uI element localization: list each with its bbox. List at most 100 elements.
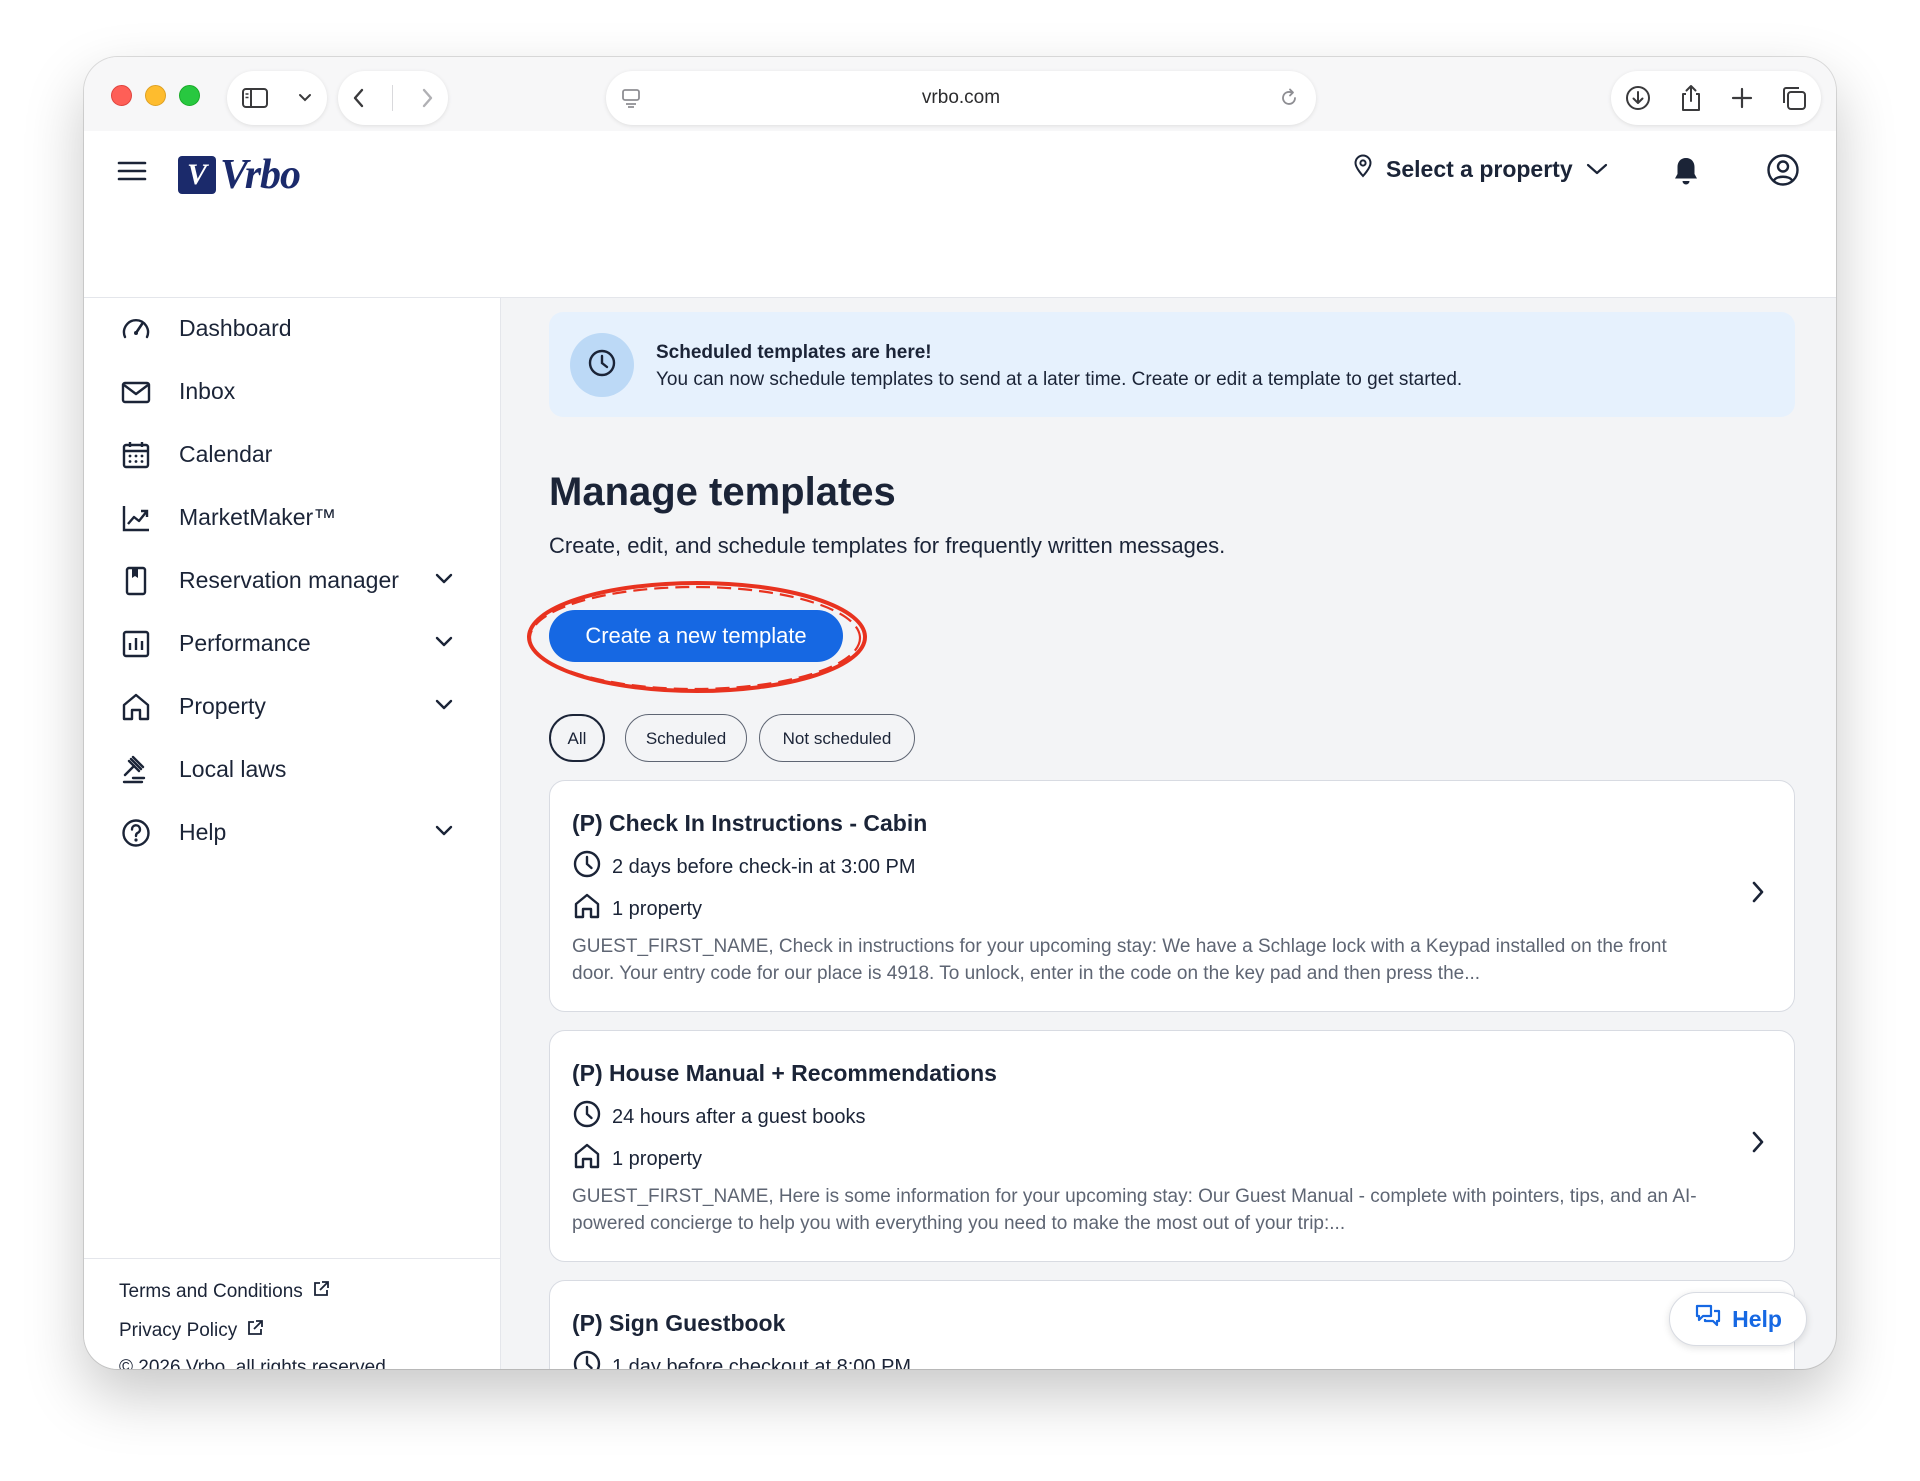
template-card[interactable]: (P) Check In Instructions - Cabin 2 days… bbox=[549, 780, 1795, 1012]
calendar-icon bbox=[120, 439, 152, 476]
clock-icon bbox=[572, 1099, 602, 1135]
sidebar-item-label: Inbox bbox=[179, 378, 236, 404]
sidebar-item-marketmaker[interactable]: MarketMaker™ bbox=[84, 487, 501, 547]
house-icon bbox=[572, 891, 602, 927]
sidebar-item-label: Calendar bbox=[179, 441, 273, 467]
help-chat-label: Help bbox=[1732, 1305, 1782, 1332]
select-property-dropdown[interactable]: Select a property bbox=[1352, 153, 1609, 185]
house-icon bbox=[120, 691, 152, 728]
notifications-bell-icon[interactable] bbox=[1672, 155, 1700, 192]
browser-toolbar: vrbo.com bbox=[84, 57, 1836, 131]
download-icon[interactable] bbox=[1624, 84, 1652, 112]
template-title: (P) Check In Instructions - Cabin bbox=[572, 810, 928, 836]
back-arrow-icon[interactable] bbox=[350, 86, 368, 110]
new-tab-plus-icon[interactable] bbox=[1730, 86, 1754, 110]
template-schedule-text: 1 day before checkout at 8:00 PM bbox=[612, 1355, 912, 1370]
nav-divider bbox=[392, 85, 394, 111]
clock-icon bbox=[572, 849, 602, 885]
close-window-button[interactable] bbox=[111, 85, 132, 106]
select-property-label: Select a property bbox=[1386, 155, 1573, 182]
sidebar-item-label: Help bbox=[179, 819, 227, 845]
terms-link[interactable]: Terms and Conditions bbox=[119, 1279, 331, 1305]
template-properties: 1 property bbox=[572, 1141, 702, 1177]
sidebar-item-reservation-manager[interactable]: Reservation manager bbox=[84, 550, 501, 610]
sidebar-item-performance[interactable]: Performance bbox=[84, 613, 501, 673]
template-schedule: 2 days before check-in at 3:00 PM bbox=[572, 849, 916, 885]
zoom-window-button[interactable] bbox=[179, 85, 200, 106]
sidebar-item-dashboard[interactable]: Dashboard bbox=[84, 298, 501, 358]
template-schedule: 1 day before checkout at 8:00 PM bbox=[572, 1349, 911, 1369]
trend-chart-icon bbox=[120, 502, 152, 539]
sidebar-item-label: Performance bbox=[179, 630, 311, 656]
template-title: (P) House Manual + Recommendations bbox=[572, 1060, 997, 1086]
clock-icon bbox=[586, 347, 618, 384]
vrbo-logo[interactable]: V Vrbo bbox=[178, 151, 301, 199]
external-link-icon bbox=[245, 1318, 265, 1344]
privacy-link[interactable]: Privacy Policy bbox=[119, 1318, 265, 1344]
vrbo-logo-text: Vrbo bbox=[220, 152, 301, 198]
chat-bubbles-icon bbox=[1694, 1303, 1722, 1335]
bar-chart-icon bbox=[120, 628, 152, 665]
sidebar-item-local-laws[interactable]: Local laws bbox=[84, 739, 501, 799]
sidebar-item-help[interactable]: Help bbox=[84, 802, 501, 862]
share-icon[interactable] bbox=[1678, 83, 1704, 113]
copyright-text: © 2026 Vrbo, all rights reserved. bbox=[119, 1357, 392, 1369]
help-chat-button[interactable]: Help bbox=[1669, 1292, 1807, 1346]
chevron-down-icon[interactable] bbox=[434, 824, 454, 843]
sidebar-item-label: Local laws bbox=[179, 756, 287, 782]
chevron-down-icon[interactable] bbox=[434, 698, 454, 717]
sidebar-item-label: Dashboard bbox=[179, 315, 292, 341]
template-properties: 1 property bbox=[572, 891, 702, 927]
sidebar-footer: Terms and Conditions Privacy Policy © 20… bbox=[84, 1258, 501, 1369]
chevron-down-icon[interactable] bbox=[434, 572, 454, 591]
question-circle-icon bbox=[120, 817, 152, 854]
address-bar[interactable]: vrbo.com bbox=[606, 71, 1316, 125]
url-text: vrbo.com bbox=[921, 87, 1001, 108]
template-schedule-text: 2 days before check-in at 3:00 PM bbox=[612, 855, 916, 878]
create-template-button[interactable]: Create a new template bbox=[549, 610, 843, 662]
tab-overview-icon[interactable] bbox=[1780, 84, 1808, 112]
house-icon bbox=[572, 1141, 602, 1177]
external-link-icon bbox=[311, 1279, 331, 1305]
chevron-down-icon[interactable] bbox=[434, 635, 454, 654]
banner-clock-badge bbox=[570, 333, 634, 397]
chevron-right-icon[interactable] bbox=[1750, 879, 1766, 910]
user-account-icon[interactable] bbox=[1766, 153, 1800, 192]
scheduled-templates-banner: Scheduled templates are here! You can no… bbox=[549, 312, 1795, 417]
sidebar-item-property[interactable]: Property bbox=[84, 676, 501, 736]
reload-icon[interactable] bbox=[1278, 86, 1300, 115]
sidebar-item-label: MarketMaker™ bbox=[179, 504, 337, 530]
minimize-window-button[interactable] bbox=[145, 85, 166, 106]
filter-chip-not-scheduled[interactable]: Not scheduled bbox=[759, 714, 915, 762]
template-card[interactable]: (P) House Manual + Recommendations 24 ho… bbox=[549, 1030, 1795, 1262]
forward-arrow-icon[interactable] bbox=[418, 86, 436, 110]
history-nav-group bbox=[338, 71, 448, 125]
template-preview: GUEST_FIRST_NAME, Check in instructions … bbox=[572, 936, 1667, 984]
template-schedule: 24 hours after a guest books bbox=[572, 1099, 866, 1135]
hamburger-menu-icon[interactable] bbox=[117, 159, 147, 188]
clock-icon bbox=[572, 1349, 602, 1369]
filter-chip-all[interactable]: All bbox=[549, 714, 605, 762]
browser-actions-group bbox=[1611, 71, 1821, 125]
page-subtitle: Create, edit, and schedule templates for… bbox=[549, 533, 1226, 558]
template-properties-text: 1 property bbox=[612, 897, 703, 920]
chevron-down-icon[interactable] bbox=[297, 92, 313, 104]
page-title: Manage templates bbox=[549, 470, 896, 514]
sidebar-item-label: Reservation manager bbox=[179, 567, 399, 593]
sidebar-nav: Dashboard Inbox Calendar MarketMaker™ Re bbox=[84, 298, 501, 1369]
sidebar-item-calendar[interactable]: Calendar bbox=[84, 424, 501, 484]
sidebar-toggle-icon[interactable] bbox=[241, 86, 269, 110]
vrbo-logo-mark: V bbox=[178, 156, 216, 194]
sidebar-item-inbox[interactable]: Inbox bbox=[84, 361, 501, 421]
sidebar-toggle-group bbox=[227, 71, 327, 125]
chevron-right-icon[interactable] bbox=[1750, 1129, 1766, 1160]
browser-window: vrbo.com V Vrbo Select a property Dashbo… bbox=[84, 57, 1836, 1369]
gavel-icon bbox=[120, 754, 152, 791]
template-preview: GUEST_FIRST_NAME, Here is some informati… bbox=[572, 1186, 1697, 1234]
template-title: (P) Sign Guestbook bbox=[572, 1310, 786, 1336]
banner-title: Scheduled templates are here! bbox=[656, 342, 932, 363]
filter-chip-scheduled[interactable]: Scheduled bbox=[625, 714, 747, 762]
terms-label: Terms and Conditions bbox=[119, 1281, 303, 1302]
template-card[interactable]: (P) Sign Guestbook 1 day before checkout… bbox=[549, 1280, 1795, 1369]
chevron-down-icon bbox=[1585, 156, 1609, 183]
